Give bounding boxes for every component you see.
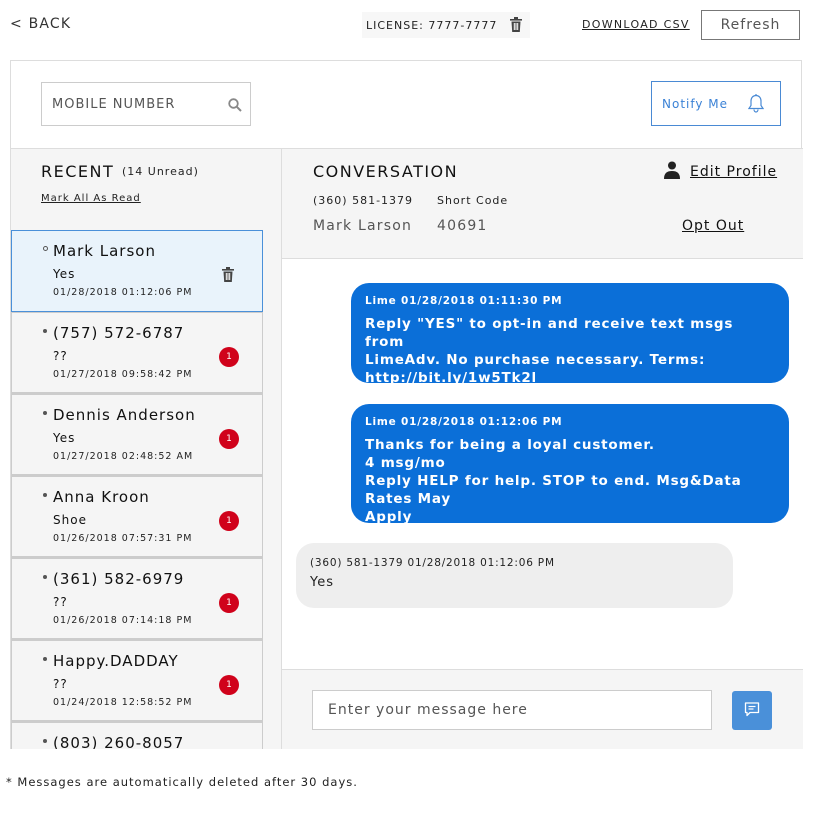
message-thread: Lime 01/28/2018 01:11:30 PM Reply "YES" … [282, 259, 803, 669]
contact-name: (361) 582-6979 [53, 570, 185, 588]
send-button[interactable] [732, 691, 772, 730]
contact-name: Happy.DADDAY [53, 652, 179, 670]
message-text: Thanks for being a loyal customer. 4 msg… [365, 436, 775, 526]
trash-icon[interactable] [222, 267, 234, 286]
search-icon[interactable] [228, 97, 242, 116]
unread-dot [43, 493, 47, 497]
unread-dot [43, 411, 47, 415]
short-code-value: 40691 [437, 218, 488, 234]
message-meta: Lime 01/28/2018 01:12:06 PM [365, 416, 563, 428]
read-dot [43, 246, 48, 251]
user-icon [664, 161, 680, 183]
message-time: 01/28/2018 01:12:06 PM [53, 287, 193, 298]
list-item[interactable]: (757) 572-6787 ?? 01/27/2018 09:58:42 PM… [11, 312, 263, 394]
license-text: LICENSE: 7777-7777 [366, 18, 498, 32]
unread-dot [43, 739, 47, 743]
message-input[interactable] [312, 690, 712, 730]
message-preview: Yes [53, 267, 76, 281]
message-meta: (360) 581-1379 01/28/2018 01:12:06 PM [310, 557, 555, 569]
message-text: Reply "YES" to opt-in and receive text m… [365, 315, 775, 387]
recent-title: RECENT [41, 162, 115, 181]
conversation-header: CONVERSATION Edit Profile (360) 581-1379… [282, 148, 803, 259]
unread-badge: 1 [219, 675, 239, 695]
contact-name: (803) 260-8057 [53, 734, 185, 749]
mark-all-read-link[interactable]: Mark All As Read [41, 193, 141, 204]
unread-badge: 1 [219, 429, 239, 449]
incoming-message: (360) 581-1379 01/28/2018 01:12:06 PM Ye… [296, 543, 733, 608]
contact-name: Dennis Anderson [53, 406, 196, 424]
main-frame: Notify Me RECENT (14 Unread) Mark All As… [10, 60, 803, 749]
list-item[interactable]: Anna Kroon Shoe 01/26/2018 07:57:31 PM 1 [11, 476, 263, 558]
terms-link[interactable]: http://bit.ly/1w5Tk2l [365, 369, 775, 387]
unread-dot [43, 575, 47, 579]
message-line: 4 msg/mo [365, 455, 446, 471]
download-csv-link[interactable]: DOWNLOAD CSV [582, 18, 690, 31]
message-icon [744, 701, 760, 720]
conversation-panel: CONVERSATION Edit Profile (360) 581-1379… [281, 148, 803, 749]
short-code-label: Short Code [437, 194, 509, 207]
unread-dot [43, 657, 47, 661]
message-line: Reply "YES" to opt-in and receive text m… [365, 316, 734, 350]
trash-icon[interactable] [510, 17, 522, 35]
list-item[interactable]: Happy.DADDAY ?? 01/24/2018 12:58:52 PM 1 [11, 640, 263, 722]
contact-name: (757) 572-6787 [53, 324, 185, 342]
message-time: 01/26/2018 07:57:31 PM [53, 533, 193, 544]
unread-badge: 1 [219, 347, 239, 367]
message-preview: Shoe [53, 513, 87, 527]
conversation-list: Mark Larson Yes 01/28/2018 01:12:06 PM (… [11, 230, 263, 749]
search-input[interactable] [52, 96, 222, 112]
message-line: Reply HELP for help. STOP to end. Msg&Da… [365, 473, 742, 507]
contact-name: Mark Larson [53, 242, 156, 260]
search-box [41, 82, 251, 126]
retention-footnote: * Messages are automatically deleted aft… [6, 775, 358, 789]
notify-me-button[interactable]: Notify Me [651, 81, 781, 126]
refresh-button[interactable]: Refresh [701, 10, 800, 40]
bell-icon [747, 94, 765, 116]
message-preview: ?? [53, 677, 68, 691]
message-time: 01/27/2018 09:58:42 PM [53, 369, 193, 380]
list-item[interactable]: (803) 260-8057 [11, 722, 263, 749]
list-item[interactable]: Dennis Anderson Yes 01/27/2018 02:48:52 … [11, 394, 263, 476]
message-preview: Yes [53, 431, 76, 445]
outgoing-message: Lime 01/28/2018 01:12:06 PM Thanks for b… [351, 404, 789, 526]
contact-name: Anna Kroon [53, 488, 150, 506]
unread-count: (14 Unread) [122, 165, 199, 178]
message-preview: ?? [53, 349, 68, 363]
outgoing-message: Lime 01/28/2018 01:11:30 PM Reply "YES" … [351, 283, 789, 386]
message-line: Thanks for being a loyal customer. [365, 437, 655, 453]
edit-profile-label: Edit Profile [690, 164, 778, 180]
list-item[interactable]: (361) 582-6979 ?? 01/26/2018 07:14:18 PM… [11, 558, 263, 640]
unread-dot [43, 329, 47, 333]
contact-name-value: Mark Larson [313, 218, 413, 234]
message-meta: Lime 01/28/2018 01:11:30 PM [365, 295, 563, 307]
contact-phone: (360) 581-1379 [313, 194, 414, 207]
message-time: 01/26/2018 07:14:18 PM [53, 615, 193, 626]
edit-profile-link[interactable]: Edit Profile [664, 161, 777, 183]
unread-badge: 1 [219, 511, 239, 531]
message-text: Yes [310, 575, 334, 590]
license-box: LICENSE: 7777-7777 [362, 12, 530, 38]
recent-panel: RECENT (14 Unread) Mark All As Read Mark… [11, 148, 281, 749]
message-composer [282, 669, 803, 749]
list-item[interactable]: Mark Larson Yes 01/28/2018 01:12:06 PM [11, 230, 263, 312]
notify-me-label: Notify Me [662, 96, 729, 111]
opt-out-link[interactable]: Opt Out [682, 218, 744, 234]
message-time: 01/24/2018 12:58:52 PM [53, 697, 193, 708]
conversation-title: CONVERSATION [313, 162, 459, 181]
unread-badge: 1 [219, 593, 239, 613]
message-time: 01/27/2018 02:48:52 AM [53, 451, 194, 462]
message-line: LimeAdv. No purchase necessary. Terms: [365, 352, 706, 368]
message-line: Apply [365, 509, 413, 525]
message-preview: ?? [53, 595, 68, 609]
back-link[interactable]: < BACK [10, 16, 71, 32]
